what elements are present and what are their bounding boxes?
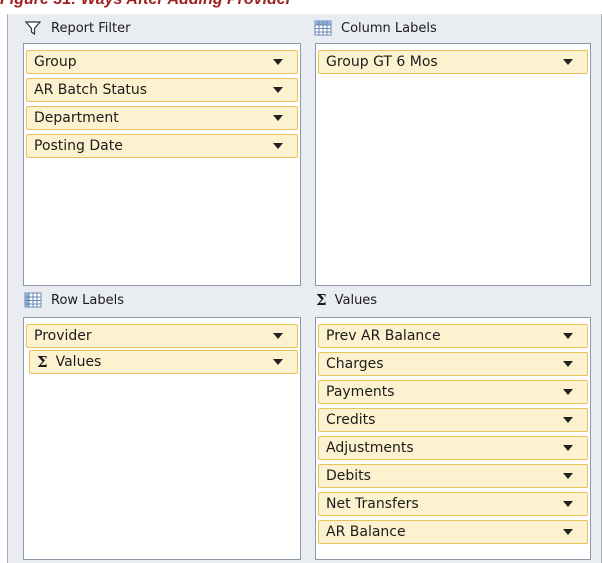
report-filter-area[interactable]: Group AR Batch Status Department Posting… (23, 43, 301, 286)
row-labels-header: Row Labels (24, 287, 124, 313)
field-group-gt-6-mos[interactable]: Group GT 6 Mos (318, 50, 588, 74)
field-credits[interactable]: Credits (318, 408, 588, 432)
row-labels-title: Row Labels (51, 292, 125, 308)
dropdown-arrow-icon[interactable] (273, 143, 283, 149)
column-labels-title: Column Labels (341, 20, 437, 36)
field-label: Adjustments (326, 440, 414, 456)
field-label: Group GT 6 Mos (326, 54, 438, 70)
field-department[interactable]: Department (26, 106, 298, 130)
dropdown-arrow-icon[interactable] (273, 87, 283, 93)
field-label: Payments (326, 384, 395, 400)
dropdown-arrow-icon[interactable] (563, 473, 573, 479)
pivot-field-areas: Report Filter Column Labels Group AR Bat… (7, 14, 602, 563)
field-posting-date[interactable]: Posting Date (26, 134, 298, 158)
field-prev-ar-balance[interactable]: Prev AR Balance (318, 324, 588, 348)
values-header: Σ Values (316, 287, 377, 313)
report-filter-title: Report Filter (51, 20, 131, 36)
field-net-transfers[interactable]: Net Transfers (318, 492, 588, 516)
field-debits[interactable]: Debits (318, 464, 588, 488)
filter-icon (24, 19, 42, 37)
dropdown-arrow-icon[interactable] (273, 59, 283, 65)
field-provider[interactable]: Provider (26, 324, 298, 348)
field-label: Group (34, 54, 77, 70)
field-label: Values (55, 354, 102, 370)
field-ar-balance[interactable]: AR Balance (318, 520, 588, 544)
dropdown-arrow-icon[interactable] (563, 445, 573, 451)
report-filter-header: Report Filter (24, 15, 130, 41)
sigma-icon: Σ (37, 353, 48, 371)
dropdown-arrow-icon[interactable] (563, 389, 573, 395)
field-label: Department (34, 110, 119, 126)
column-labels-header: Column Labels (314, 15, 437, 41)
field-adjustments[interactable]: Adjustments (318, 436, 588, 460)
field-payments[interactable]: Payments (318, 380, 588, 404)
dropdown-arrow-icon[interactable] (563, 501, 573, 507)
figure-caption: Figure 31: Ways After Adding Provider (0, 0, 292, 11)
field-label: Posting Date (34, 138, 123, 154)
field-group[interactable]: Group (26, 50, 298, 74)
values-title: Values (334, 292, 378, 308)
dropdown-arrow-icon[interactable] (273, 333, 283, 339)
sigma-icon: Σ (316, 291, 327, 309)
row-labels-area[interactable]: Provider Σ Values (23, 317, 301, 560)
dropdown-arrow-icon[interactable] (563, 529, 573, 535)
field-label: Provider (34, 328, 92, 344)
field-label: Prev AR Balance (326, 328, 441, 344)
field-label: Credits (326, 412, 376, 428)
dropdown-arrow-icon[interactable] (563, 59, 573, 65)
field-label: AR Balance (326, 524, 406, 540)
column-labels-area[interactable]: Group GT 6 Mos (315, 43, 591, 286)
field-label: Charges (326, 356, 384, 372)
table-grid-icon (314, 19, 332, 37)
dropdown-arrow-icon[interactable] (563, 417, 573, 423)
values-area[interactable]: Prev AR Balance Charges Payments Credits… (315, 317, 591, 560)
table-grid-icon (24, 291, 42, 309)
field-label: Debits (326, 468, 371, 484)
dropdown-arrow-icon[interactable] (563, 361, 573, 367)
dropdown-arrow-icon[interactable] (273, 359, 283, 365)
field-label: Net Transfers (326, 496, 419, 512)
field-charges[interactable]: Charges (318, 352, 588, 376)
dropdown-arrow-icon[interactable] (273, 115, 283, 121)
field-label: AR Batch Status (34, 82, 148, 98)
field-sigma-values[interactable]: Σ Values (29, 350, 298, 374)
dropdown-arrow-icon[interactable] (563, 333, 573, 339)
field-ar-batch-status[interactable]: AR Batch Status (26, 78, 298, 102)
